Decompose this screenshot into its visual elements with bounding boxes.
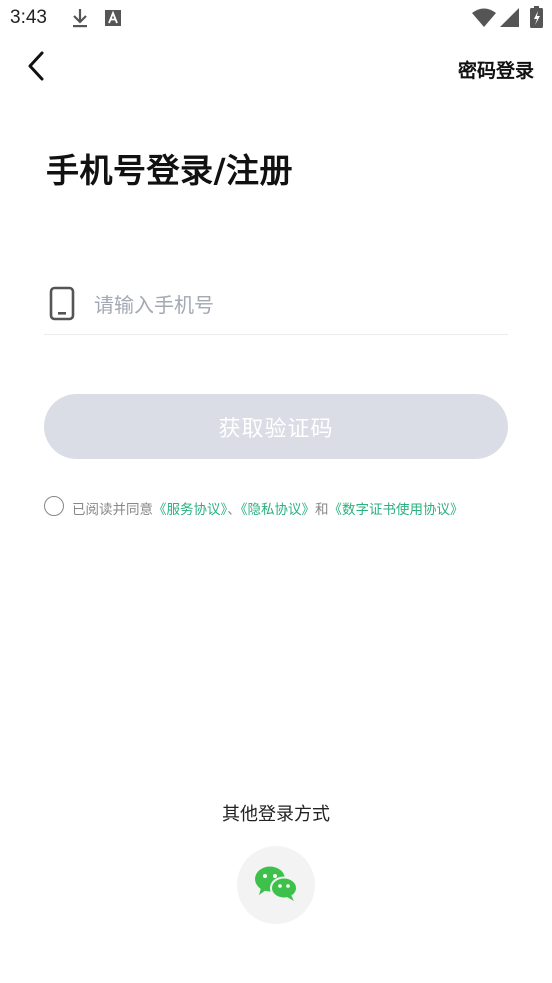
agreement-text: 已阅读并同意《服务协议》、《隐私协议》和《数字证书使用协议》 [72,498,464,518]
wechat-login-button[interactable] [237,846,315,924]
agreement-row: 已阅读并同意《服务协议》、《隐私协议》和《数字证书使用协议》 [44,495,514,519]
phone-icon [48,286,76,326]
privacy-agreement-link[interactable]: 《隐私协议》 [241,502,315,518]
agreement-and: 和 [315,502,329,518]
phone-field [44,280,508,335]
page-title: 手机号登录/注册 [46,151,294,190]
download-icon [70,6,90,34]
status-time: 3:43 [10,7,47,28]
battery-icon [530,6,543,32]
agreement-separator: 、 [227,502,241,518]
get-code-button[interactable]: 获取验证码 [44,394,508,459]
back-button[interactable] [18,50,54,86]
other-login-label: 其他登录方式 [222,804,330,825]
agreement-checkbox[interactable] [44,496,64,516]
wifi-icon [472,8,496,32]
phone-input[interactable] [92,286,496,324]
chevron-left-icon [26,50,46,86]
font-icon [104,9,122,31]
top-bar: 密码登录 [0,40,552,96]
agreement-prefix: 已阅读并同意 [72,502,153,518]
signal-icon [500,8,519,31]
status-bar: 3:43 [0,0,552,36]
wechat-icon [253,864,299,906]
service-agreement-link[interactable]: 《服务协议》 [153,502,227,518]
certificate-agreement-link[interactable]: 《数字证书使用协议》 [329,502,464,518]
password-login-link[interactable]: 密码登录 [458,56,534,83]
